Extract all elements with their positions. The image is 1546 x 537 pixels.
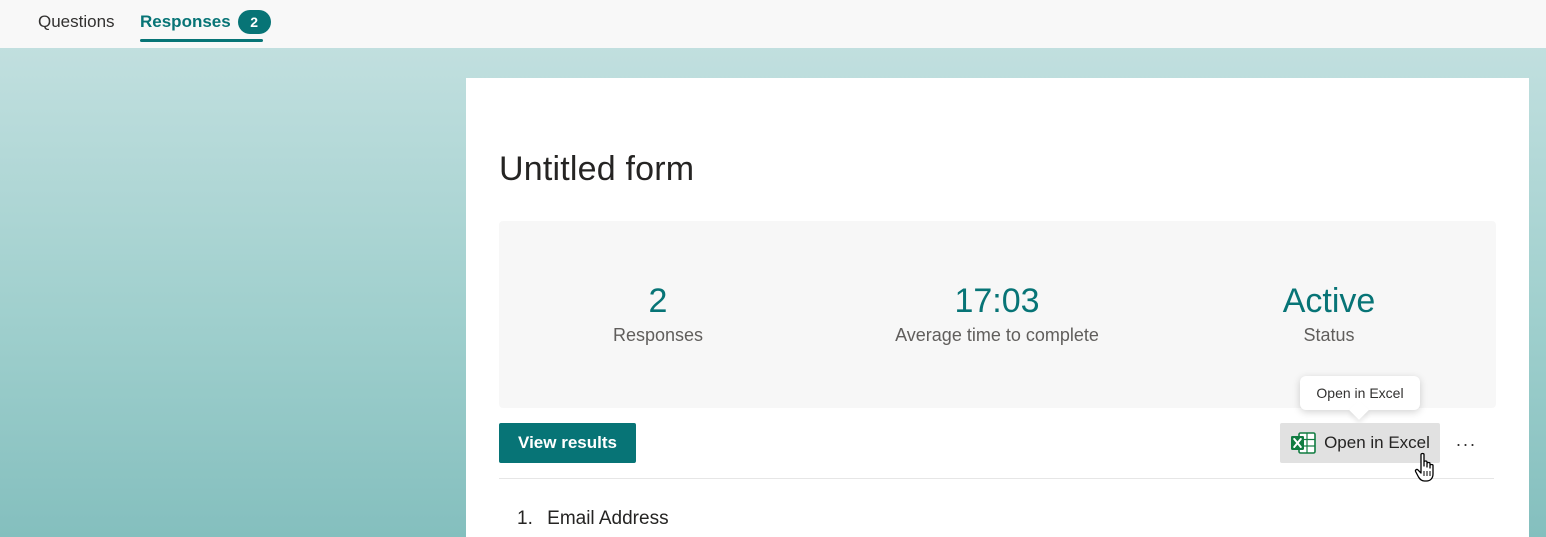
section-divider (499, 478, 1494, 479)
tab-responses[interactable]: Responses 2 (140, 0, 271, 44)
open-in-excel-label: Open in Excel (1324, 433, 1430, 452)
status-label: Status (1303, 325, 1355, 345)
responses-card: Untitled form 2 Responses 17:03 Average … (466, 78, 1529, 537)
open-in-excel-tooltip: Open in Excel (1300, 376, 1420, 410)
tab-questions[interactable]: Questions (38, 0, 115, 44)
tooltip-text: Open in Excel (1316, 385, 1404, 401)
responses-count-value: 2 (648, 282, 668, 320)
average-time-label: Average time to complete (895, 325, 1099, 345)
active-tab-indicator (140, 39, 263, 42)
view-results-button[interactable]: View results (499, 423, 636, 463)
responses-count-badge: 2 (237, 10, 271, 34)
tab-responses-label: Responses (140, 12, 231, 31)
excel-icon (1290, 432, 1316, 454)
responses-count-label: Responses (612, 325, 704, 345)
average-time-value: 17:03 (954, 282, 1040, 320)
tab-questions-label: Questions (38, 12, 115, 31)
hand-pointer-cursor (1414, 452, 1438, 484)
stat-average-time: 17:03 Average time to complete (847, 281, 1147, 346)
question-list-item[interactable]: 1. Email Address (517, 508, 669, 530)
top-navigation-bar: Questions Responses 2 (0, 0, 1546, 48)
stat-status: Active Status (1179, 281, 1479, 346)
question-label: Email Address (547, 508, 669, 529)
status-value: Active (1282, 282, 1376, 320)
question-number: 1. (517, 508, 533, 529)
form-title: Untitled form (499, 150, 695, 188)
more-options-icon: ··· (1455, 433, 1477, 454)
more-options-button[interactable]: ··· (1452, 430, 1480, 458)
stat-responses: 2 Responses (508, 281, 808, 346)
